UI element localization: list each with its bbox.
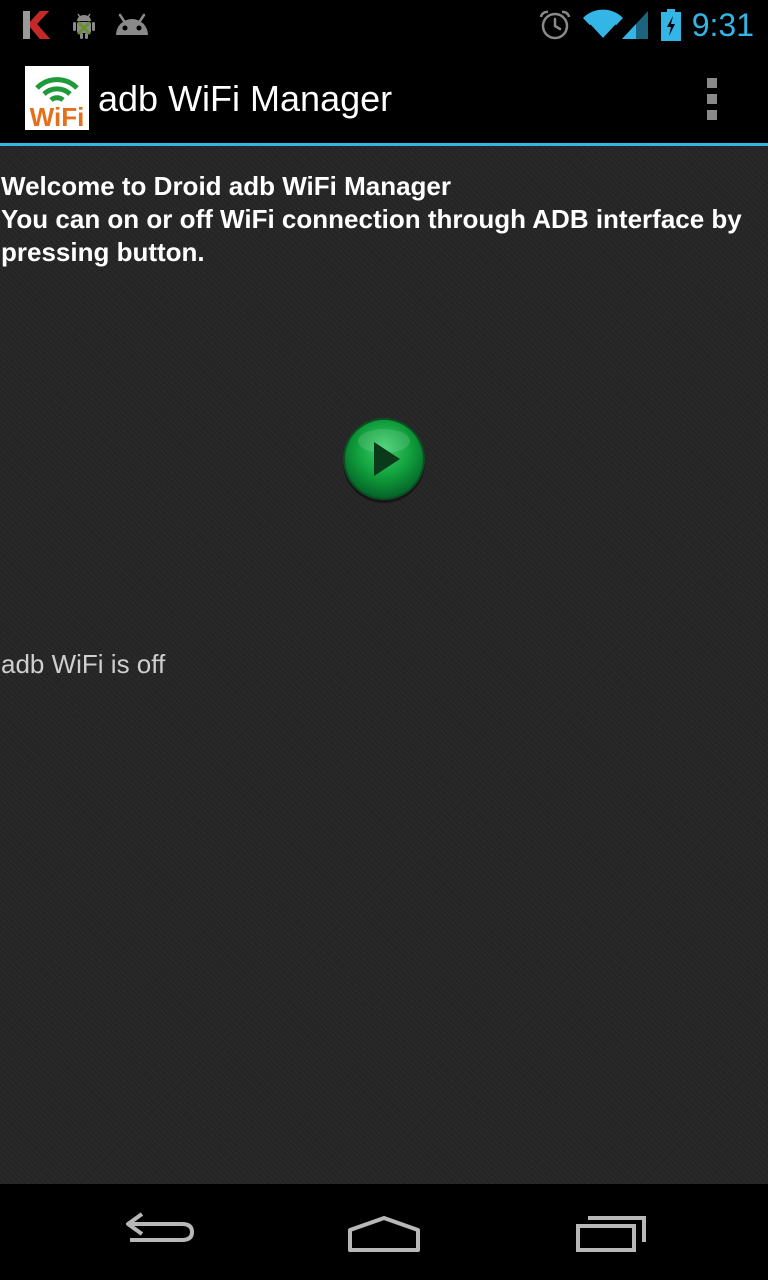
main-content: Welcome to Droid adb WiFi Manager You ca… — [0, 146, 768, 1184]
clock: 9:31 — [691, 7, 754, 43]
recent-apps-button[interactable] — [552, 1206, 672, 1258]
overflow-menu-icon — [707, 78, 717, 88]
recent-apps-icon — [576, 1216, 646, 1252]
welcome-text: Welcome to Droid adb WiFi Manager You ca… — [1, 170, 767, 269]
battery-charging-icon — [661, 9, 681, 41]
back-icon — [126, 1212, 195, 1242]
wifi-status-text: adb WiFi is off — [1, 649, 166, 679]
home-button[interactable] — [324, 1206, 444, 1258]
welcome-description: You can on or off WiFi connection throug… — [1, 204, 742, 267]
app-title: adb WiFi Manager — [98, 78, 393, 119]
toggle-wifi-button[interactable] — [341, 417, 427, 503]
overflow-menu-icon — [707, 110, 717, 120]
signal-icon — [622, 11, 648, 39]
wifi-icon — [583, 9, 623, 40]
app-logo[interactable]: WiFi — [25, 66, 89, 132]
overflow-menu-button[interactable] — [694, 74, 730, 124]
action-bar: WiFi adb WiFi Manager — [0, 50, 768, 146]
logo-text: WiFi — [30, 102, 85, 130]
kaspersky-icon — [23, 11, 50, 39]
back-button[interactable] — [100, 1206, 220, 1258]
wifi-logo-icon: WiFi — [30, 77, 85, 132]
screen: 9:31 WiFi adb WiFi Manager Welcome to Dr… — [0, 0, 768, 1280]
alarm-icon — [539, 10, 571, 40]
play-icon — [343, 418, 425, 503]
status-bar: 9:31 — [0, 0, 768, 50]
home-icon — [348, 1216, 420, 1252]
welcome-title: Welcome to Droid adb WiFi Manager — [1, 171, 451, 201]
overflow-menu-icon — [707, 94, 717, 104]
navigation-bar — [0, 1184, 768, 1280]
android-icon — [116, 13, 148, 35]
android-debug-icon — [73, 13, 95, 39]
